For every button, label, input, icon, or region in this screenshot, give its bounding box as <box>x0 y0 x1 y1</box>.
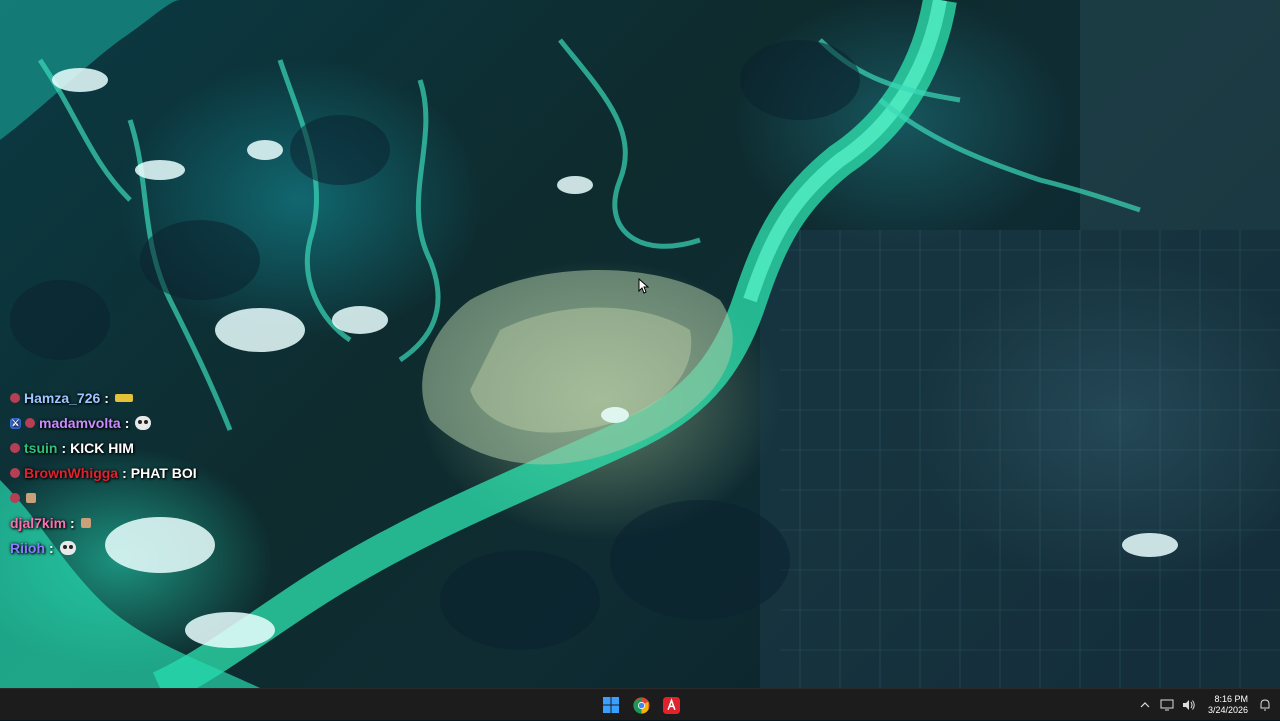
chat-username: tsuin <box>24 440 58 456</box>
volume-icon[interactable] <box>1180 696 1198 714</box>
chat-username: BrownWhigga <box>24 465 119 481</box>
chevron-up-icon[interactable] <box>1136 696 1154 714</box>
chrome-taskbar-button[interactable] <box>629 693 653 717</box>
adobe-acrobat-icon <box>662 696 680 714</box>
chat-username: Hamza_726 <box>24 390 101 406</box>
chat-message-text: KICK HIM <box>70 440 134 456</box>
taskbar-clock[interactable]: 8:16 PM 3/24/2026 <box>1208 694 1248 716</box>
notification-icon[interactable] <box>1256 696 1274 714</box>
clock-date: 3/24/2026 <box>1207 705 1248 715</box>
stream-chat-overlay: Hamza_726 : ⚔ madamvolta : tsuin : KICK … <box>10 386 270 561</box>
chat-username: djal7kim <box>10 515 67 531</box>
desktop-wallpaper <box>0 0 1280 688</box>
windows-logo-icon <box>603 697 619 713</box>
chat-message <box>10 486 270 510</box>
chrome-icon <box>632 696 650 714</box>
clock-time: 8:16 PM <box>1214 694 1248 704</box>
chat-message: djal7kim : <box>10 511 270 535</box>
subscriber-badge-icon <box>10 393 20 403</box>
subscriber-badge-icon <box>10 493 20 503</box>
chat-message: Hamza_726 : <box>10 386 270 410</box>
moderator-badge-icon: ⚔ <box>10 417 21 429</box>
emote-icon <box>80 518 91 528</box>
chat-username: madamvolta <box>39 415 121 431</box>
subscriber-badge-icon <box>10 468 20 478</box>
adobe-taskbar-button[interactable] <box>659 693 683 717</box>
taskbar-apps <box>599 693 683 717</box>
chat-message: BrownWhigga : PHAT BOI <box>10 461 270 485</box>
chat-username: Riioh <box>10 540 45 556</box>
car-emote-icon <box>114 394 133 402</box>
network-icon[interactable] <box>1158 696 1176 714</box>
subscriber-badge-icon <box>25 418 35 428</box>
start-button[interactable] <box>599 693 623 717</box>
skull-emote-icon <box>59 541 76 555</box>
chat-message: tsuin : KICK HIM <box>10 436 270 460</box>
taskbar: 8:16 PM 3/24/2026 <box>0 688 1280 720</box>
chat-message: ⚔ madamvolta : <box>10 411 270 435</box>
skull-emote-icon <box>135 416 152 430</box>
chat-message: Riioh : <box>10 536 270 560</box>
subscriber-badge-icon <box>10 443 20 453</box>
emote-icon <box>26 493 36 503</box>
chat-message-text: PHAT BOI <box>130 465 197 481</box>
system-tray: 8:16 PM 3/24/2026 <box>1134 689 1280 721</box>
